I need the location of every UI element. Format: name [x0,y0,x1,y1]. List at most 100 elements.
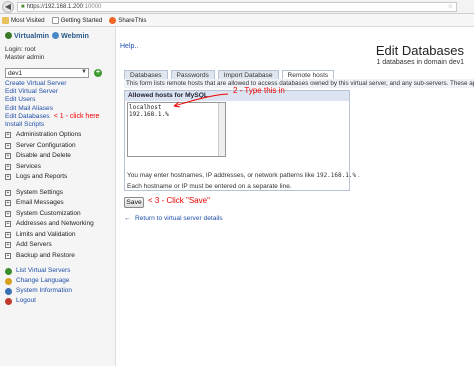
expand-plus-icon: + [5,252,11,259]
annotation-arrow-icon [173,93,229,108]
tab-passwords[interactable]: Passwords [170,70,215,79]
back-arrow-icon[interactable]: ◀ [2,0,14,13]
category-system-customization[interactable]: + System Customization [5,209,115,220]
annotation-type-this-in: 2 - Type this in [233,86,285,95]
tab-databases[interactable]: Databases [124,70,168,79]
hosts-hint-line2: Each hostname or IP must be entered on a… [127,183,292,190]
expand-plus-icon: + [5,231,11,238]
link-label: Install Scripts [5,121,45,129]
list-virtual-servers-link[interactable]: List Virtual Servers [5,266,115,276]
category-label: Add Servers [16,241,52,249]
expand-plus-icon: + [5,142,11,149]
category-label: Logs and Reports [16,173,68,181]
return-link-label: Return to virtual server details [135,215,223,222]
browser-url-bar: ◀ ■ https://192.168.1.200:10000 ☆ [0,0,474,14]
expand-plus-icon: + [5,132,11,139]
bookmark-getting-started[interactable]: Getting Started [51,16,103,24]
bookmark-label: Getting Started [60,16,103,24]
logout-link[interactable]: Logout [5,296,115,306]
category-label: Addresses and Networking [16,220,94,228]
edit-users-link[interactable]: Edit Users [5,96,115,104]
link-label: Edit Mail Aliases [5,104,54,112]
expand-plus-icon: + [5,210,11,217]
edit-virtual-server-link[interactable]: Edit Virtual Server [5,88,115,96]
main-content: Help.. Edit Databases 1 databases in dom… [117,27,474,366]
expand-plus-icon: + [5,163,11,170]
expand-plus-icon: + [5,200,11,207]
bookmark-label: ShareThis [118,16,147,24]
category-logs-and-reports[interactable]: + Logs and Reports [5,172,115,183]
bottom-link-label: Logout [16,297,36,305]
hosts-hint: You may enter hostnames, IP addresses, o… [127,172,360,179]
tab-remote-hosts[interactable]: Remote hosts [281,70,335,79]
sidebar-bottom-links: List Virtual Servers Change Language Sys… [5,266,115,306]
category-group-system: + System Settings + Email Messages + System… [5,188,115,262]
help-link[interactable]: Help.. [120,43,138,50]
create-virtual-server-link[interactable]: Create Virtual Server [5,80,115,88]
chevron-down-icon: ▼ [81,69,87,75]
category-administration-options[interactable]: + Administration Options [5,130,115,141]
lock-icon: ■ [21,3,25,10]
language-icon [5,277,12,285]
domain-select[interactable]: dev1 ▼ [5,68,89,78]
edit-mail-aliases-link[interactable]: Edit Mail Aliases [5,105,115,113]
virtualmin-tab[interactable]: Virtualmin [14,31,49,40]
url-port: :10000 [83,3,102,10]
bottom-link-label: System Information [16,287,72,295]
category-server-configuration[interactable]: + Server Configuration [5,141,115,152]
sidebar-brand: Virtualmin Webmin [5,30,115,40]
domain-selector-row: dev1 ▼ + [5,68,115,78]
category-backup-and-restore[interactable]: + Backup and Restore [5,251,115,262]
category-limits-and-validation[interactable]: + Limits and Validation [5,230,115,241]
category-disable-and-delete[interactable]: + Disable and Delete [5,151,115,162]
domain-select-value: dev1 [8,69,23,77]
login-user: Login: root [5,46,36,53]
login-role: Master admin [5,54,45,61]
sharethis-icon [109,16,117,24]
category-add-servers[interactable]: + Add Servers [5,240,115,251]
domain-links: Create Virtual Server Edit Virtual Serve… [5,80,115,129]
login-info: Login: root Master admin [5,46,115,62]
edit-databases-link[interactable]: Edit Databases < 1 - click here [5,113,115,121]
add-domain-icon[interactable]: + [94,69,102,77]
list-servers-icon [5,267,12,275]
address-field[interactable]: ■ https://192.168.1.200:10000 ☆ [17,1,457,12]
link-label: Edit Databases [5,112,50,120]
category-label: Disable and Delete [16,152,71,160]
save-button[interactable]: Save [124,197,144,208]
expand-plus-icon: + [5,221,11,228]
category-addresses-and-networking[interactable]: + Addresses and Networking [5,219,115,230]
bookmark-star-icon[interactable]: ☆ [448,3,453,10]
bottom-link-label: Change Language [16,277,70,285]
category-email-messages[interactable]: + Email Messages [5,198,115,209]
annotation-click-save: < 3 - Click "Save" [148,196,210,205]
tab-bar: Databases Passwords Import Database Remo… [124,70,337,79]
url-host: https://192.168.1.200 [26,3,84,10]
expand-plus-icon: + [5,189,11,196]
category-label: System Settings [16,188,63,196]
bookmark-label: Most Visited [11,16,45,24]
info-icon [5,287,12,295]
webmin-tab[interactable]: Webmin [61,31,89,40]
bookmark-sharethis[interactable]: ShareThis [109,16,147,24]
bookmarks-bar: Most Visited Getting Started ShareThis [0,14,474,27]
expand-plus-icon: + [5,174,11,181]
tab-import-database[interactable]: Import Database [217,70,279,79]
folder-icon [2,16,9,24]
allowed-hosts-panel: Allowed hosts for MySQL You may enter ho… [124,90,360,191]
page-subtitle: 1 databases in domain dev1 [376,59,464,66]
bookmark-most-visited[interactable]: Most Visited [2,16,45,24]
hosts-hint-text: You may enter hostnames, IP addresses, o… [127,172,315,179]
install-scripts-link[interactable]: Install Scripts [5,121,115,129]
bottom-link-label: List Virtual Servers [16,267,71,275]
category-services[interactable]: + Services [5,162,115,173]
page-title: Edit Databases [375,43,464,58]
change-language-link[interactable]: Change Language [5,276,115,286]
link-label: Edit Virtual Server [5,88,59,96]
category-system-settings[interactable]: + System Settings [5,188,115,199]
back-arrow-icon: ← [124,215,131,222]
hosts-hint-example: 192.168.1.% [316,172,357,179]
expand-plus-icon: + [5,242,11,249]
return-link[interactable]: ← Return to virtual server details [124,215,223,222]
system-information-link[interactable]: System Information [5,286,115,296]
